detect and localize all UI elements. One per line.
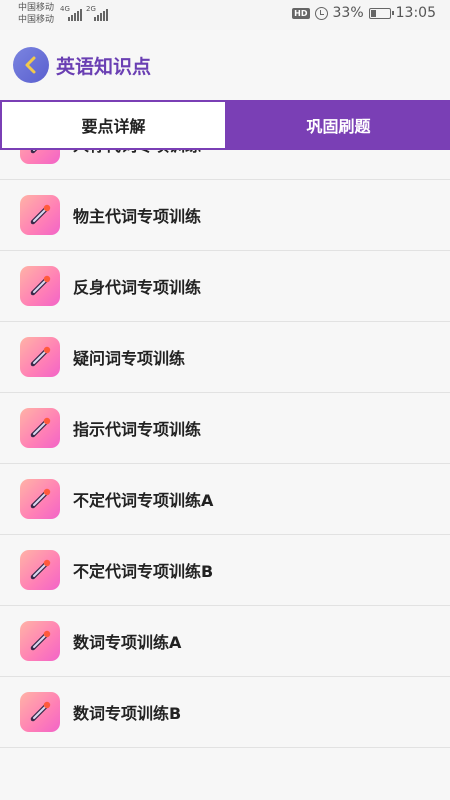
tab-practice[interactable]: 巩固刷题 (227, 100, 450, 150)
tab-label: 巩固刷题 (306, 117, 371, 136)
list-item-label: 反身代词专项训练 (73, 278, 202, 297)
list-item-label: 不定代词专项训练B (73, 562, 214, 581)
chevron-left-icon (25, 56, 36, 74)
list-item-label: 指示代词专项训练 (73, 420, 202, 439)
list-item[interactable]: 不定代词专项训练B (0, 535, 450, 606)
signal-icon-1 (68, 7, 82, 21)
list-item-label: 数词专项训练B (73, 704, 182, 723)
pencil-icon-badge (20, 266, 60, 306)
pencil-icon (30, 150, 38, 154)
pencil-icon (30, 417, 51, 438)
list-item-label: 疑问词专项训练 (73, 349, 186, 368)
pencil-icon-badge (20, 479, 60, 519)
app-header: 英语知识点 (0, 30, 450, 100)
pencil-icon-badge (20, 550, 60, 590)
pencil-icon (30, 275, 51, 296)
list-item-label: 数词专项训练A (73, 633, 182, 652)
list-item[interactable]: 反身代词专项训练 (0, 251, 450, 322)
list-item-label: 物主代词专项训练 (73, 207, 202, 226)
hd-icon: HD (292, 7, 310, 19)
carrier-label-2: 中国移动 (18, 15, 55, 25)
list-item[interactable]: 数词专项训练B (0, 677, 450, 748)
pencil-icon (30, 630, 51, 651)
tab-bar: 要点详解 巩固刷题 (0, 100, 450, 150)
exercise-list: 人称代词专项训练物主代词专项训练反身代词专项训练疑问词专项训练指示代词专项训练不… (0, 150, 450, 800)
tab-key-points[interactable]: 要点详解 (0, 100, 227, 150)
list-item[interactable]: 指示代词专项训练 (0, 393, 450, 464)
pencil-icon (30, 346, 51, 367)
list-item[interactable]: 疑问词专项训练 (0, 322, 450, 393)
list-item[interactable]: 人称代词专项训练 (0, 150, 450, 180)
pencil-icon-badge (20, 692, 60, 732)
back-button[interactable] (13, 47, 49, 83)
clock: 13:05 (395, 5, 436, 21)
battery-percent: 33% (332, 5, 364, 21)
pencil-icon (30, 204, 51, 225)
pencil-icon (30, 488, 51, 509)
pencil-icon-badge (20, 150, 60, 164)
list-item[interactable]: 数词专项训练A (0, 606, 450, 677)
list-item-label: 不定代词专项训练A (73, 491, 214, 510)
pencil-icon-badge (20, 408, 60, 448)
pencil-icon-badge (20, 195, 60, 235)
list-item[interactable]: 不定代词专项训练A (0, 464, 450, 535)
tab-label: 要点详解 (81, 117, 146, 136)
alarm-icon (314, 6, 328, 20)
battery-icon (368, 7, 394, 19)
carrier-info: 中国移动 中国移动 (18, 2, 54, 26)
list-item[interactable]: 物主代词专项训练 (0, 180, 450, 251)
page-title: 英语知识点 (56, 56, 152, 78)
signal-icon-2 (94, 7, 108, 21)
status-bar: 中国移动 中国移动 4G 2G HD 33% 13:05 (0, 0, 450, 30)
pencil-icon (30, 559, 51, 580)
pencil-icon (30, 701, 51, 722)
pencil-icon-badge (20, 621, 60, 661)
list-item-label: 人称代词专项训练 (73, 150, 201, 156)
carrier-label-1: 中国移动 (18, 3, 55, 13)
pencil-icon-badge (20, 337, 60, 377)
